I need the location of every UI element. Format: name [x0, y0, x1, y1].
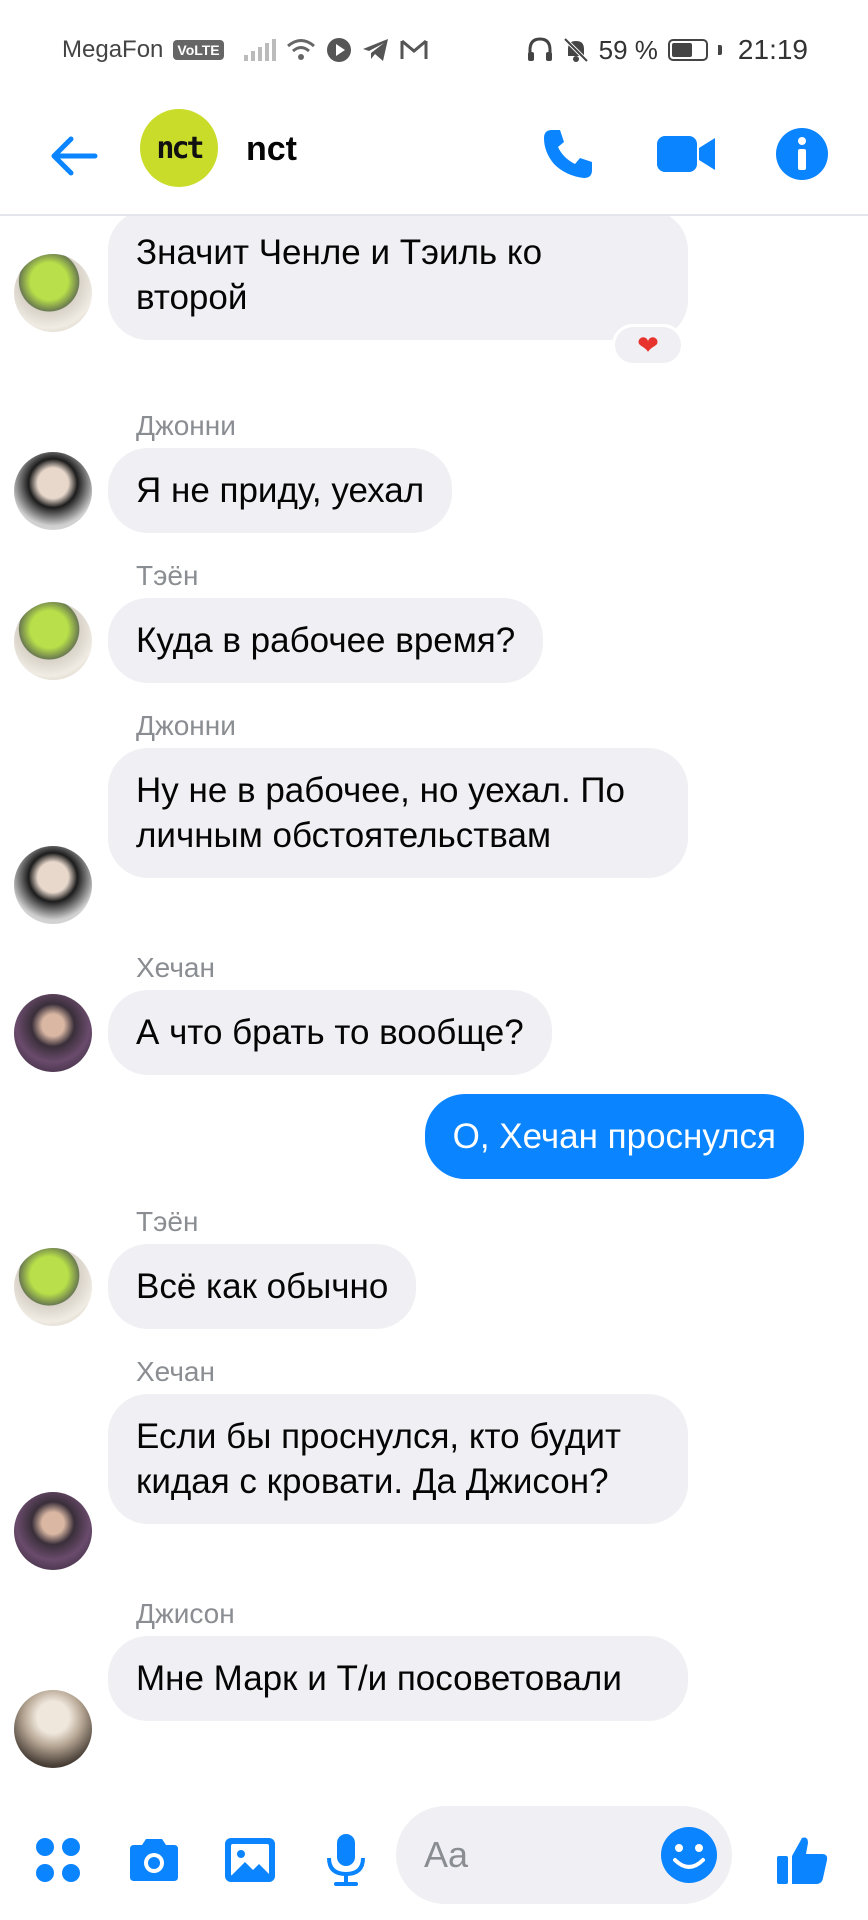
smiley-icon[interactable]	[658, 1824, 720, 1886]
group-logo: nct	[156, 130, 204, 166]
message-input-wrap	[396, 1806, 732, 1904]
group-avatar[interactable]: nct	[140, 109, 218, 187]
sender-name: Джонни	[136, 710, 236, 741]
phone-icon	[544, 130, 592, 178]
headphones-icon	[527, 37, 552, 61]
message-incoming: Хечан Если бы проснулся, кто будит кидая…	[0, 1356, 868, 1576]
microphone-button[interactable]	[314, 1828, 378, 1892]
chat-header: nct nct	[0, 100, 868, 216]
status-right: 59 % 21:19	[527, 34, 808, 66]
clock: 21:19	[737, 34, 808, 65]
message-incoming: Тэён Куда в рабочее время?	[0, 560, 868, 690]
message-outgoing: О, Хечан проснулся	[0, 1094, 868, 1184]
avatar[interactable]	[14, 994, 92, 1072]
mail-icon	[400, 39, 428, 59]
sender-name: Джисон	[136, 1598, 235, 1629]
message-bubble[interactable]: Если бы проснулся, кто будит кидая с кро…	[108, 1394, 688, 1524]
message-incoming: Джонни Ну не в рабочее, но уехал. По лич…	[0, 710, 868, 930]
avatar[interactable]	[14, 1248, 92, 1326]
play-circle-icon	[326, 38, 351, 62]
avatar[interactable]	[14, 602, 92, 680]
message-input[interactable]	[424, 1806, 644, 1904]
message-bubble[interactable]: Куда в рабочее время?	[108, 598, 544, 683]
info-button[interactable]	[770, 122, 834, 186]
message-incoming: Джонни Я не приду, уехал	[0, 410, 868, 540]
sender-name: Хечан	[136, 1356, 215, 1387]
carrier-name: MegaFon	[62, 36, 164, 63]
status-bar: MegaFon VoLTE 59 % 21:19	[0, 0, 868, 100]
sender-name: Тэён	[136, 560, 199, 591]
call-button[interactable]	[536, 122, 600, 186]
sender-name: Хечан	[136, 952, 215, 983]
message-incoming: Джисон Мне Марк и Т/и посоветовали	[0, 1598, 868, 1778]
message-incoming: Хечан А что брать то вообще?	[0, 952, 868, 1082]
group-name[interactable]: nct	[246, 130, 297, 169]
back-button[interactable]	[44, 126, 104, 186]
avatar[interactable]	[14, 254, 92, 332]
image-icon	[225, 1838, 275, 1882]
like-button[interactable]	[770, 1828, 834, 1892]
camera-button[interactable]	[122, 1828, 186, 1892]
video-call-button[interactable]	[654, 122, 718, 186]
microphone-icon	[327, 1834, 365, 1886]
signal-icon	[243, 39, 276, 61]
four-dots-icon	[36, 1838, 80, 1882]
avatar[interactable]	[14, 1492, 92, 1570]
composer-bar	[0, 1800, 868, 1920]
message-bubble[interactable]: Я не приду, уехал	[108, 448, 453, 533]
thumbs-up-icon	[777, 1837, 828, 1884]
sender-name: Джонни	[136, 410, 236, 441]
video-camera-icon	[657, 136, 715, 172]
telegram-icon	[362, 39, 388, 61]
apps-button[interactable]	[26, 1828, 90, 1892]
message-incoming: Значит Ченле и Тэиль ко второй ❤	[0, 216, 868, 370]
avatar[interactable]	[14, 1690, 92, 1768]
mute-bell-icon	[563, 37, 589, 63]
message-bubble[interactable]: А что брать то вообще?	[108, 990, 552, 1075]
battery-icon	[667, 39, 708, 61]
wifi-icon	[286, 39, 315, 60]
message-bubble[interactable]: О, Хечан проснулся	[424, 1094, 804, 1179]
message-list[interactable]: Значит Ченле и Тэиль ко второй ❤ Джонни …	[0, 216, 868, 1800]
reaction-badge[interactable]: ❤	[612, 324, 684, 366]
sender-name: Тэён	[136, 1206, 199, 1237]
info-icon	[776, 128, 828, 180]
heart-icon: ❤	[637, 329, 659, 360]
message-bubble[interactable]: Ну не в рабочее, но уехал. По личным обс…	[108, 748, 688, 878]
avatar[interactable]	[14, 452, 92, 530]
avatar[interactable]	[14, 846, 92, 924]
message-incoming: Тэён Всё как обычно	[0, 1206, 868, 1336]
battery-percent: 59 %	[598, 34, 658, 65]
volte-badge: VoLTE	[173, 40, 224, 60]
arrow-left-icon	[51, 136, 98, 176]
message-bubble[interactable]: Значит Ченле и Тэиль ко второй	[108, 216, 688, 340]
gallery-button[interactable]	[218, 1828, 282, 1892]
battery-tip	[717, 45, 722, 55]
status-left: MegaFon VoLTE	[62, 36, 428, 64]
message-bubble[interactable]: Мне Марк и Т/и посоветовали	[108, 1636, 688, 1721]
message-bubble[interactable]: Всё как обычно	[108, 1244, 417, 1329]
camera-icon	[130, 1839, 178, 1881]
